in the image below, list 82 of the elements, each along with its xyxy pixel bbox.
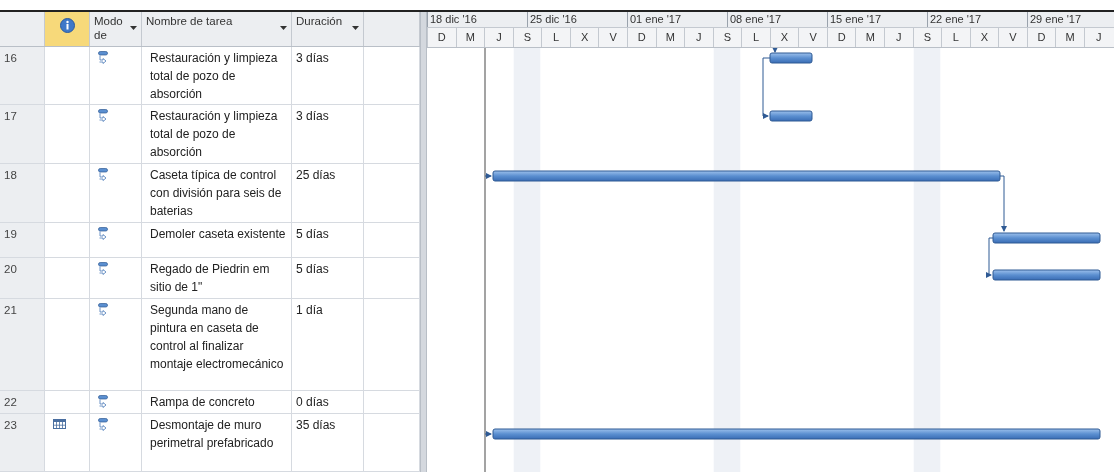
task-bar[interactable] <box>769 52 813 64</box>
day-label: V <box>798 28 827 47</box>
info-icon[interactable] <box>59 18 75 33</box>
task-bar[interactable] <box>992 232 1101 244</box>
column-header[interactable]: Duración <box>292 12 364 46</box>
day-label: J <box>484 28 513 47</box>
task-mode-icon <box>98 394 110 409</box>
day-label: X <box>969 28 999 47</box>
dropdown-caret-icon[interactable] <box>280 26 287 30</box>
task-mode-icon <box>98 50 110 65</box>
task-name: Rampa de concreto <box>150 394 255 409</box>
day-label: M <box>1055 28 1084 47</box>
task-duration: 1 día <box>296 303 323 318</box>
task-name: Desmontaje de muro perimetral prefabricado <box>150 417 274 450</box>
dependency-arrow <box>762 57 771 119</box>
column-header[interactable]: Nombre de tarea <box>142 12 292 46</box>
column-header[interactable]: Modo de <box>90 12 142 46</box>
dependency-arrow <box>999 175 1007 232</box>
dependency-arrow <box>986 237 994 278</box>
task-bar[interactable] <box>492 428 1101 440</box>
task-duration: 3 días <box>296 108 329 123</box>
week-label: 25 dic '16 <box>527 12 627 27</box>
task-name: Caseta típica de control con división para seis de baterias <box>150 167 282 218</box>
task-mode-icon <box>98 303 110 318</box>
row-number: 22 <box>0 390 45 413</box>
task-mode-icon <box>98 226 110 241</box>
row-number: 16 <box>0 46 45 104</box>
task-name: Segunda mano de pintura en caseta de control al finalizar montaje electromecánico <box>150 303 284 372</box>
row-number: 21 <box>0 299 45 390</box>
task-duration: 3 días <box>296 50 329 65</box>
row-number: 20 <box>0 258 45 299</box>
task-mode-icon <box>98 167 110 182</box>
day-label: X <box>769 28 799 47</box>
row-number: 19 <box>0 222 45 258</box>
week-label: 29 ene '17 <box>1027 12 1114 27</box>
row-number: 23 <box>0 413 45 471</box>
task-bar[interactable] <box>769 110 813 122</box>
day-label: D <box>1026 28 1056 47</box>
task-mode-icon <box>98 262 110 277</box>
task-mode-icon <box>98 108 110 123</box>
row-number: 17 <box>0 104 45 163</box>
day-label: D <box>826 28 856 47</box>
task-name: Restauración y limpieza total de pozo de absorción <box>150 108 278 159</box>
task-name: Demoler caseta existente <box>150 226 286 241</box>
day-label: L <box>741 28 770 47</box>
dropdown-caret-icon[interactable] <box>130 26 137 30</box>
task-duration: 35 días <box>296 417 336 432</box>
task-mode-icon <box>98 417 110 432</box>
day-label: S <box>712 28 742 47</box>
task-duration: 25 días <box>296 167 336 182</box>
day-label: V <box>598 28 627 47</box>
dependency-arrow <box>772 48 778 53</box>
week-label: 18 dic '16 <box>427 12 527 27</box>
task-bar[interactable] <box>492 170 1001 182</box>
day-label: L <box>541 28 570 47</box>
week-label: 22 ene '17 <box>927 12 1027 27</box>
task-duration: 5 días <box>296 226 329 241</box>
task-name: Restauración y limpieza total de pozo de absorción <box>150 50 278 101</box>
day-label: L <box>941 28 970 47</box>
week-label: 08 ene '17 <box>727 12 827 27</box>
dependency-arrow <box>484 173 492 179</box>
row-number: 18 <box>0 163 45 222</box>
day-label: X <box>569 28 599 47</box>
day-label: M <box>455 28 485 47</box>
day-label: M <box>855 28 884 47</box>
day-label: V <box>998 28 1027 47</box>
day-label: S <box>512 28 542 47</box>
week-label: 15 ene '17 <box>827 12 927 27</box>
task-bar[interactable] <box>992 269 1101 281</box>
task-name: Regado de Piedrin em sitio de 1" <box>150 262 270 295</box>
day-label: D <box>427 28 456 47</box>
day-label: D <box>626 28 656 47</box>
day-label: M <box>655 28 685 47</box>
dependency-arrow <box>484 431 492 437</box>
day-label: S <box>912 28 942 47</box>
week-label: 01 ene '17 <box>627 12 727 27</box>
task-duration: 0 días <box>296 394 329 409</box>
dropdown-caret-icon[interactable] <box>352 26 359 30</box>
day-label: J <box>684 28 713 47</box>
task-duration: 5 días <box>296 262 329 277</box>
day-label: J <box>884 28 913 47</box>
day-label: J <box>1083 28 1113 47</box>
